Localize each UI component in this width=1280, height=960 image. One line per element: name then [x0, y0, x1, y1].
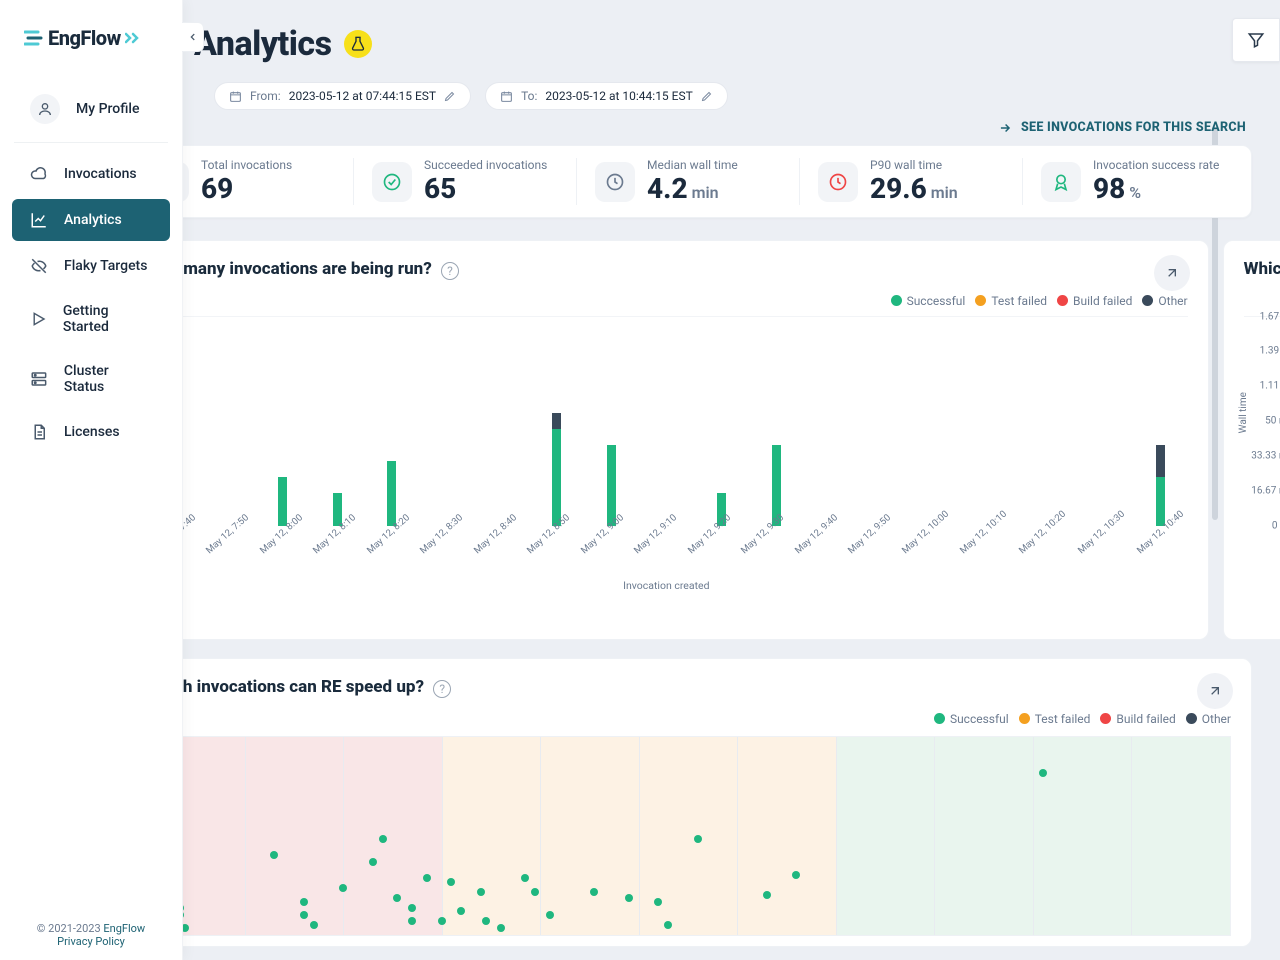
heat-scatter-chart — [145, 736, 1231, 936]
date-to-pill[interactable]: To: 2023-05-12 at 10:44:15 EST — [485, 82, 728, 110]
clock-icon — [605, 172, 625, 192]
expand-button[interactable] — [1154, 255, 1190, 291]
person-icon — [37, 101, 53, 117]
sidebar-item-licenses[interactable]: Licenses — [12, 411, 170, 453]
legend: Successful Test failed Build failed Othe… — [145, 712, 1231, 726]
sidebar-item-flaky-targets[interactable]: Flaky Targets — [12, 245, 170, 287]
date-from-pill[interactable]: From: 2023-05-12 at 07:44:15 EST — [214, 82, 471, 110]
servers-icon — [30, 370, 48, 388]
engflow-logo-icon — [24, 26, 44, 50]
funnel-icon — [1247, 31, 1265, 49]
check-circle-icon — [382, 172, 402, 192]
nav-label: Flaky Targets — [64, 258, 147, 274]
nav-label: Analytics — [64, 212, 122, 228]
document-icon — [30, 423, 48, 441]
sidebar-item-analytics[interactable]: Analytics — [12, 199, 170, 241]
stat-median: Median wall time 4.2min — [577, 158, 800, 205]
play-icon — [30, 310, 47, 328]
calendar-icon — [500, 90, 513, 103]
pencil-icon — [701, 90, 713, 102]
stat-p90: P90 wall time 29.6min — [800, 158, 1023, 205]
sidebar-collapse-button[interactable] — [182, 22, 204, 52]
filter-button[interactable] — [1232, 18, 1280, 62]
beta-badge — [344, 30, 372, 58]
help-icon[interactable]: ? — [433, 680, 451, 698]
divider — [14, 142, 168, 143]
chart-line-icon — [30, 211, 48, 229]
privacy-link[interactable]: Privacy Policy — [57, 935, 125, 948]
footer-brand-link[interactable]: EngFlow — [103, 922, 145, 935]
legend: Successful Test failed Build failed Othe… — [1244, 294, 1280, 308]
calendar-icon — [229, 90, 242, 103]
expand-icon — [1207, 683, 1223, 699]
stats-card: Total invocations 69 Succeeded invocatio… — [124, 145, 1252, 218]
clock-alert-icon — [828, 172, 848, 192]
cloud-icon — [30, 165, 48, 183]
eye-off-icon — [30, 257, 48, 275]
stat-success: Succeeded invocations 65 — [354, 158, 577, 205]
award-icon — [1051, 172, 1071, 192]
nav-label: My Profile — [76, 101, 139, 117]
expand-button[interactable] — [1197, 673, 1233, 709]
sidebar: EngFlow My Profile Invocations Analytics F… — [0, 0, 182, 960]
help-icon[interactable]: ? — [441, 262, 459, 280]
date-to-label: To: — [521, 89, 537, 103]
sidebar-footer: © 2021-2023 EngFlow Privacy Policy — [0, 922, 182, 948]
legend: Successful Test failed Build failed Othe… — [145, 294, 1188, 308]
main-content: Analytics From: 2023-05-12 at 07:44:15 E… — [96, 0, 1280, 960]
expand-icon — [1164, 265, 1180, 281]
nav-label: Getting Started — [63, 303, 152, 335]
arrow-right-icon — [998, 121, 1012, 135]
see-invocations-link[interactable]: SEE INVOCATIONS FOR THIS SEARCH — [998, 120, 1246, 135]
page-title: Analytics — [194, 24, 332, 64]
bar-chart — [145, 316, 1188, 526]
logo[interactable]: EngFlow — [0, 0, 182, 78]
card-howmany: How many invocations are being run? ? Su… — [124, 240, 1209, 640]
date-from-label: From: — [250, 89, 281, 103]
card-title: Which invocations take the longest? — [1244, 259, 1280, 279]
card-speedup: Which invocations can RE speed up? ? Suc… — [124, 658, 1252, 947]
nav-label: Cluster Status — [64, 363, 152, 395]
chevrons-icon — [125, 26, 143, 50]
sidebar-item-cluster-status[interactable]: Cluster Status — [12, 351, 170, 407]
scatter-chart: 0 sec16.67 min33.33 min50 min1.11 hrs1.3… — [1244, 316, 1280, 526]
sidebar-item-invocations[interactable]: Invocations — [12, 153, 170, 195]
nav-label: Invocations — [64, 166, 137, 182]
card-title: Which invocations can RE speed up? — [145, 677, 424, 697]
sidebar-item-getting-started[interactable]: Getting Started — [12, 291, 170, 347]
chevron-left-icon — [188, 32, 198, 42]
flask-icon — [350, 36, 366, 52]
date-to-value: 2023-05-12 at 10:44:15 EST — [545, 89, 692, 103]
pencil-icon — [444, 90, 456, 102]
nav-label: Licenses — [64, 424, 120, 440]
stat-rate: Invocation success rate 98% — [1023, 158, 1245, 205]
sidebar-item-profile[interactable]: My Profile — [12, 82, 170, 136]
card-longest: Which invocations take the longest? ? Su… — [1223, 240, 1280, 640]
date-from-value: 2023-05-12 at 07:44:15 EST — [289, 89, 436, 103]
card-title: How many invocations are being run? — [145, 259, 432, 279]
